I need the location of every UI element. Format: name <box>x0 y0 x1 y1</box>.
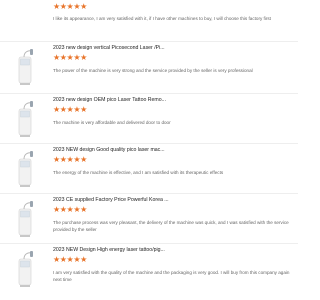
star-rating: ★★★★★ <box>53 155 87 164</box>
star-rating: ★★★★★ <box>53 53 87 62</box>
product-title-link[interactable]: 2023 new design OEM pico Laser Tattoo Re… <box>53 97 295 104</box>
product-thumbnail[interactable] <box>6 148 44 192</box>
laser-machine-icon <box>18 101 33 137</box>
laser-machine-icon <box>18 251 33 287</box>
laser-machine-icon <box>18 49 33 85</box>
review-list: ★★★★★ I like its appearance, I am very s… <box>0 0 298 300</box>
review-item: 2023 NEW design Good quality pico laser … <box>0 144 298 194</box>
review-item: 2023 new design OEM pico Laser Tattoo Re… <box>0 94 298 144</box>
product-title-link[interactable]: 2023 NEW Design High energy laser tattoo… <box>53 247 295 254</box>
review-text: I am very satisfied with the quality of … <box>53 270 290 283</box>
product-thumbnail[interactable] <box>6 98 44 142</box>
product-title-link[interactable]: 2023 CE supplied Factory Price Powerful … <box>53 197 295 204</box>
star-rating: ★★★★★ <box>53 205 87 214</box>
review-item: 2023 NEW Design High energy laser tattoo… <box>0 244 298 300</box>
product-thumbnail[interactable] <box>6 248 44 292</box>
review-item: 2023 new design vertical Picosecond Lase… <box>0 42 298 94</box>
review-item: ★★★★★ I like its appearance, I am very s… <box>0 0 298 42</box>
review-text: I like its appearance, I am very satisfi… <box>53 16 271 21</box>
product-title-link[interactable]: 2023 new design vertical Picosecond Lase… <box>53 45 295 52</box>
product-title-link[interactable]: 2023 NEW design Good quality pico laser … <box>53 147 295 154</box>
product-thumbnail[interactable] <box>6 46 44 90</box>
review-text: The machine is very affordable and deliv… <box>53 120 171 125</box>
star-rating: ★★★★★ <box>53 105 87 114</box>
review-text: The power of the machine is very strong … <box>53 68 253 73</box>
review-text: The energy of the machine is effective, … <box>53 170 224 175</box>
laser-machine-icon <box>18 151 33 187</box>
star-rating: ★★★★★ <box>53 255 87 264</box>
star-rating: ★★★★★ <box>53 2 87 11</box>
product-thumbnail[interactable] <box>6 198 44 242</box>
review-text: The purchase process was very pleasant, … <box>53 220 289 233</box>
review-item: 2023 CE supplied Factory Price Powerful … <box>0 194 298 244</box>
laser-machine-icon <box>18 201 33 237</box>
